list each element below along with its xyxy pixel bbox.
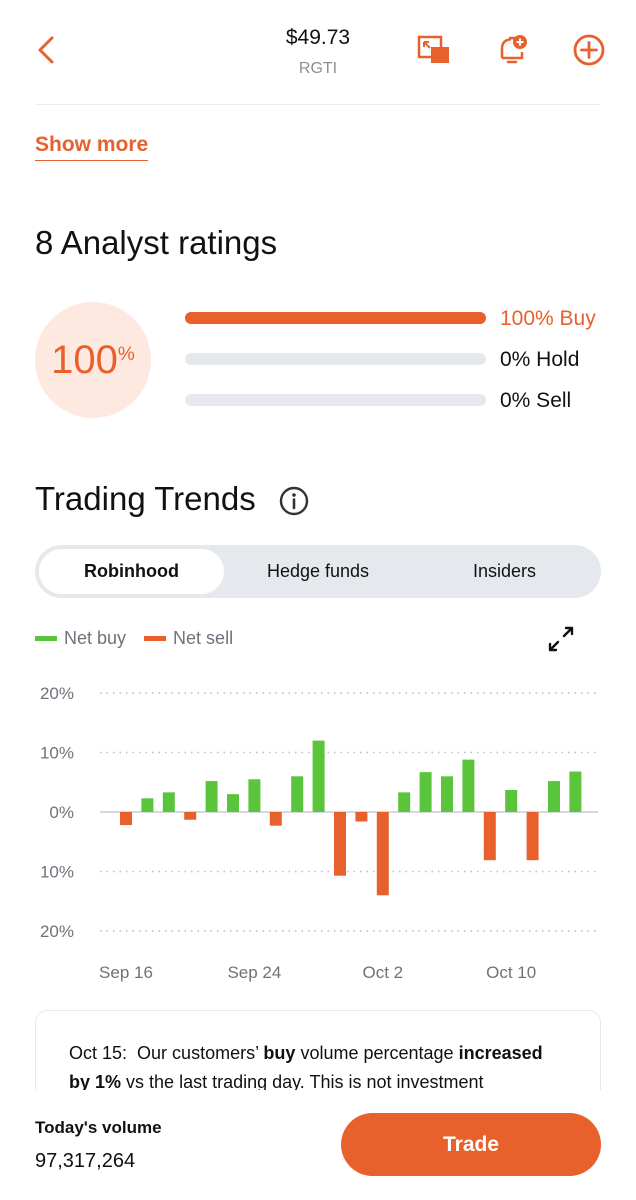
buy-rating-bar xyxy=(185,312,486,324)
bottom-trade-bar: Today's volume 97,317,264 Trade xyxy=(0,1090,636,1200)
summary-bold-1: buy xyxy=(263,1043,296,1063)
hold-rating-bar xyxy=(185,353,486,365)
net-sell-bar[interactable] xyxy=(269,812,282,826)
expand-chart-icon[interactable] xyxy=(546,624,576,654)
legend-sell-swatch xyxy=(144,636,167,641)
rating-unit: % xyxy=(117,344,135,365)
header-divider xyxy=(35,104,601,105)
net-sell-bar[interactable] xyxy=(483,812,496,861)
net-sell-bar[interactable] xyxy=(526,812,539,861)
net-buy-bar[interactable] xyxy=(505,789,518,812)
x-tick-label: Sep 16 xyxy=(99,963,153,982)
stock-ticker: RGTI xyxy=(298,60,338,77)
x-tick-label: Oct 2 xyxy=(362,963,403,982)
trading-trends-title: Trading Trends xyxy=(35,480,256,517)
net-buy-bar[interactable] xyxy=(312,740,325,812)
summary-text-2: volume percentage xyxy=(300,1043,454,1063)
add-alert-button[interactable] xyxy=(494,32,530,68)
chart-bars xyxy=(120,740,582,896)
picture-in-picture-icon xyxy=(417,35,449,63)
net-sell-bar[interactable] xyxy=(184,812,197,820)
net-buy-bar[interactable] xyxy=(569,771,582,812)
net-buy-bar[interactable] xyxy=(291,776,304,812)
sell-rating-label: 0% Sell xyxy=(500,389,572,412)
show-more-link[interactable]: Show more xyxy=(35,133,149,161)
y-tick-label: 20% xyxy=(40,684,74,703)
trading-trends-chart: 20% 10% 0% 10% 20% Sep 16 Sep 24 Oct 2 Oct 10 xyxy=(40,684,598,982)
rating-value: 100 xyxy=(51,337,118,382)
tab-robinhood[interactable]: Robinhood xyxy=(39,549,224,594)
legend-buy-swatch xyxy=(35,636,57,641)
bell-add-icon xyxy=(500,35,527,64)
y-tick-label: 0% xyxy=(49,803,74,822)
net-buy-bar[interactable] xyxy=(227,794,239,812)
net-buy-bar[interactable] xyxy=(419,772,432,812)
plus-circle-icon xyxy=(573,34,605,66)
legend-net-buy: Net buy xyxy=(35,628,126,649)
net-buy-bar[interactable] xyxy=(548,781,560,812)
y-tick-label: 10% xyxy=(40,744,74,763)
add-to-list-button[interactable] xyxy=(571,32,607,68)
chart-x-axis: Sep 16 Sep 24 Oct 2 Oct 10 xyxy=(99,963,536,982)
stock-header: $49.73 RGTI xyxy=(0,0,636,104)
legend-net-sell: Net sell xyxy=(144,628,233,649)
net-sell-bar[interactable] xyxy=(355,812,368,822)
stock-price: $49.73 xyxy=(285,26,351,49)
net-buy-bar[interactable] xyxy=(205,781,218,812)
chart-legend: Net buy Net sell xyxy=(35,628,251,649)
net-sell-bar[interactable] xyxy=(334,812,346,876)
net-buy-bar[interactable] xyxy=(462,759,475,812)
net-sell-bar[interactable] xyxy=(120,812,132,826)
x-tick-label: Sep 24 xyxy=(227,963,281,982)
sell-rating-bar xyxy=(185,394,486,406)
net-buy-bar[interactable] xyxy=(141,798,154,812)
tab-insiders[interactable]: Insiders xyxy=(412,549,597,594)
buy-rating-label: 100% Buy xyxy=(500,307,596,330)
legend-sell-label: Net sell xyxy=(173,628,234,648)
buy-rating-fill xyxy=(185,312,486,324)
summary-text-3: vs the last trading day. This is not inv… xyxy=(126,1072,484,1092)
tab-hedge-funds[interactable]: Hedge funds xyxy=(225,549,411,594)
summary-text-1: Our customers’ xyxy=(137,1043,259,1063)
hold-rating-label: 0% Hold xyxy=(500,348,580,371)
info-icon[interactable] xyxy=(278,485,310,517)
trends-source-tabs: Robinhood Hedge funds Insiders xyxy=(35,545,601,598)
net-buy-bar[interactable] xyxy=(441,776,453,812)
chart-y-axis: 20% 10% 0% 10% 20% xyxy=(40,684,74,941)
x-tick-label: Oct 10 xyxy=(486,963,536,982)
volume-value: 97,317,264 xyxy=(35,1150,136,1172)
y-tick-label: 20% xyxy=(40,922,74,941)
net-buy-bar[interactable] xyxy=(398,792,411,812)
picture-in-picture-button[interactable] xyxy=(416,32,452,68)
y-tick-label: 10% xyxy=(40,863,74,882)
summary-date: Oct 15: xyxy=(69,1043,128,1063)
analyst-rating-badge: 100 % xyxy=(35,302,151,418)
analyst-ratings-title: 8 Analyst ratings xyxy=(35,224,278,261)
net-buy-bar[interactable] xyxy=(248,779,261,812)
legend-buy-label: Net buy xyxy=(64,628,127,648)
trade-button[interactable]: Trade xyxy=(341,1113,601,1176)
net-buy-bar[interactable] xyxy=(162,792,175,812)
net-sell-bar[interactable] xyxy=(376,812,389,896)
volume-label: Today's volume xyxy=(35,1118,162,1137)
